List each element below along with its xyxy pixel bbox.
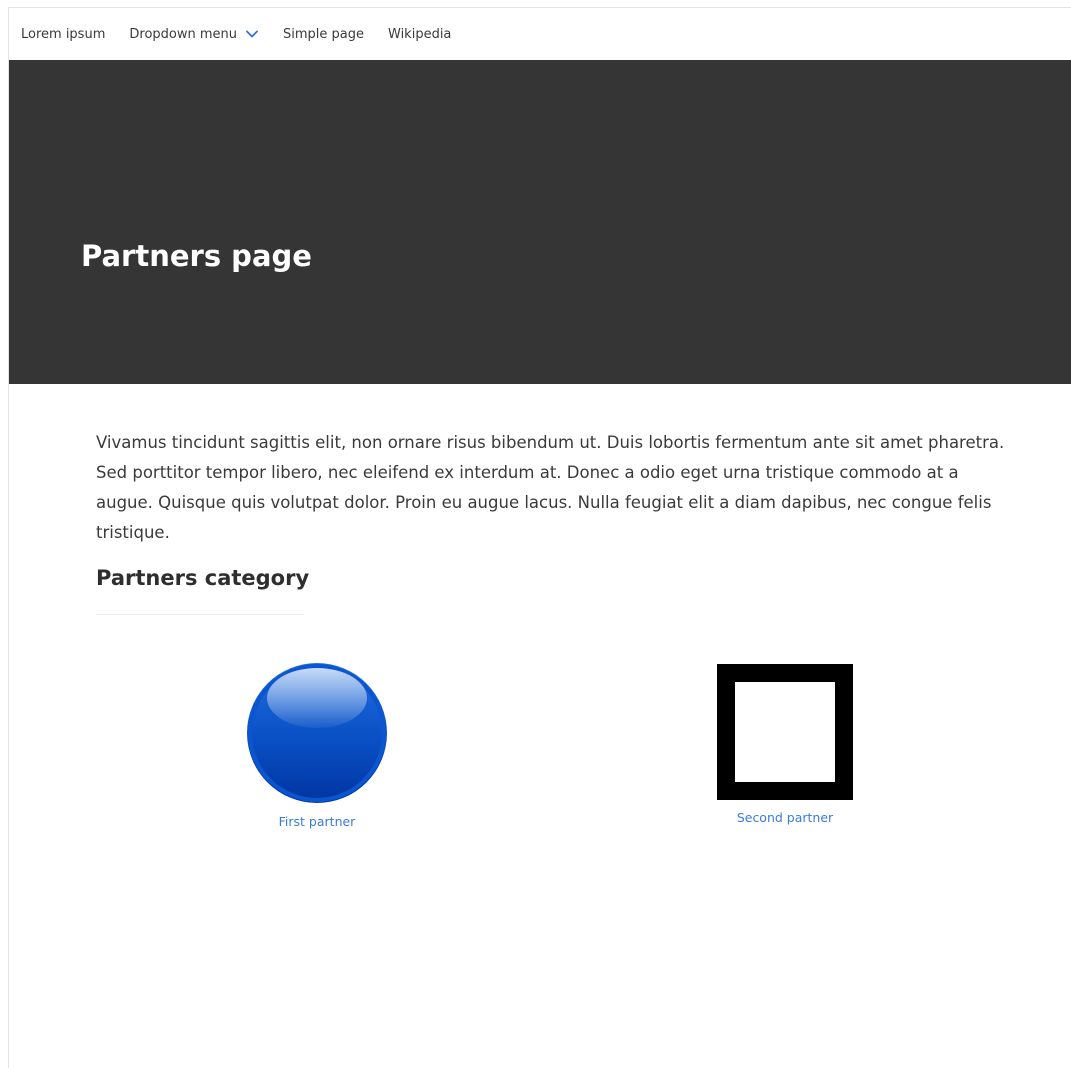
main-content: Vivamus tincidunt sagittis elit, non orn… — [96, 428, 1006, 615]
nav-item-label: Simple page — [283, 26, 364, 42]
partner-link-first[interactable]: First partner — [217, 814, 417, 829]
partner-card-first: First partner — [217, 662, 417, 829]
black-square-logo[interactable] — [717, 664, 853, 800]
nav-item-wikipedia[interactable]: Wikipedia — [388, 27, 451, 42]
nav-item-label: Dropdown menu — [129, 26, 237, 42]
nav-item-lorem-ipsum[interactable]: Lorem ipsum — [21, 27, 105, 42]
blue-circle-logo[interactable] — [246, 662, 388, 804]
hero-banner: Partners page — [9, 60, 1071, 384]
page-title: Partners page — [81, 239, 312, 273]
nav-item-dropdown-menu[interactable]: Dropdown menu — [129, 27, 259, 42]
partner-card-second: Second partner — [685, 664, 885, 825]
chevron-down-icon — [246, 30, 258, 38]
nav-item-label: Lorem ipsum — [21, 26, 106, 42]
nav-item-label: Wikipedia — [388, 26, 452, 42]
category-heading: Partners category — [96, 566, 310, 590]
partner-link-second[interactable]: Second partner — [685, 810, 885, 825]
category-divider — [96, 614, 304, 615]
top-navigation: Lorem ipsum Dropdown menu Simple page Wi… — [9, 8, 1071, 60]
nav-item-simple-page[interactable]: Simple page — [283, 27, 364, 42]
intro-paragraph: Vivamus tincidunt sagittis elit, non orn… — [96, 433, 1005, 542]
